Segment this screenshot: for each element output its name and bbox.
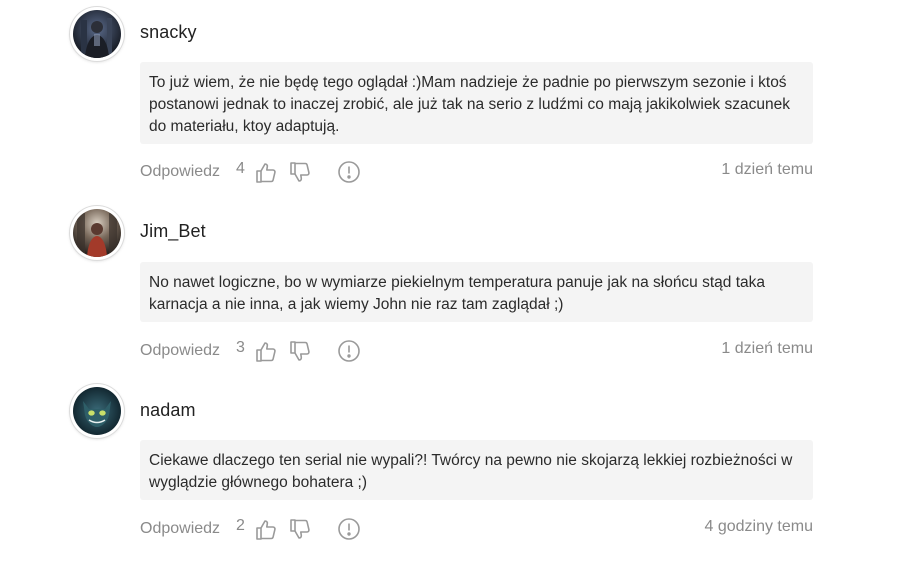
exclamation-circle-icon[interactable] [337, 160, 361, 184]
comment-text: Ciekawe dlaczego ten serial nie wypali?!… [140, 440, 813, 500]
user-avatar-icon [73, 387, 121, 435]
user-avatar-icon [73, 209, 121, 257]
thumbs-down-icon[interactable] [288, 517, 312, 541]
comment-actions: Odpowiedz 4 1 dzień temu [140, 158, 813, 186]
reply-button[interactable]: Odpowiedz [140, 342, 220, 360]
thumbs-up-icon[interactable] [254, 340, 278, 364]
thumbs-up-icon[interactable] [254, 518, 278, 542]
exclamation-circle-icon[interactable] [337, 339, 361, 363]
like-count: 3 [236, 339, 245, 356]
username[interactable]: Jim_Bet [140, 221, 206, 242]
reply-button[interactable]: Odpowiedz [140, 163, 220, 181]
like-count: 2 [236, 517, 245, 534]
comment-timestamp: 1 dzień temu [721, 340, 813, 357]
username[interactable]: snacky [140, 22, 197, 43]
avatar[interactable] [70, 206, 124, 260]
reply-button[interactable]: Odpowiedz [140, 520, 220, 538]
comment-timestamp: 4 godziny temu [704, 518, 813, 535]
avatar[interactable] [70, 384, 124, 438]
comment-actions: Odpowiedz 2 4 godziny temu [140, 515, 813, 543]
comment-text: No nawet logiczne, bo w wymiarze piekiel… [140, 262, 813, 322]
comment-text: To już wiem, że nie będę tego oglądał :)… [140, 62, 813, 144]
avatar[interactable] [70, 7, 124, 61]
exclamation-circle-icon[interactable] [337, 517, 361, 541]
comment-timestamp: 1 dzień temu [721, 161, 813, 178]
thumbs-up-icon[interactable] [254, 161, 278, 185]
thumbs-down-icon[interactable] [288, 339, 312, 363]
thumbs-down-icon[interactable] [288, 160, 312, 184]
comment-actions: Odpowiedz 3 1 dzień temu [140, 337, 813, 365]
user-avatar-icon [73, 10, 121, 58]
username[interactable]: nadam [140, 400, 196, 421]
like-count: 4 [236, 160, 245, 177]
